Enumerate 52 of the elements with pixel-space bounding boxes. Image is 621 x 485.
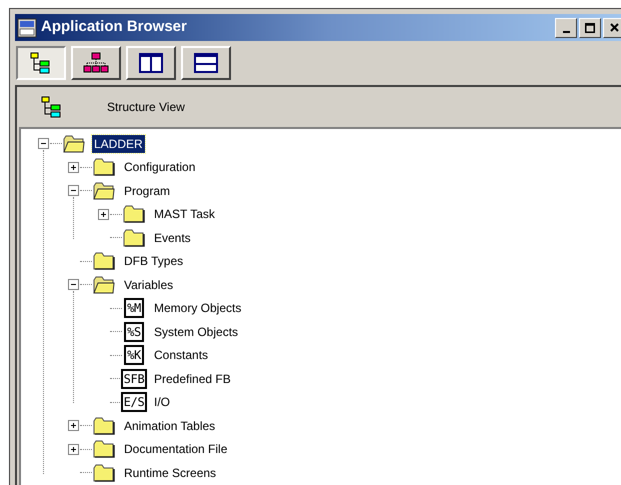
tree-item[interactable]: System Objects bbox=[152, 322, 240, 341]
open-folder-icon bbox=[93, 276, 115, 294]
tree-item[interactable]: Constants bbox=[152, 346, 210, 364]
tree-item[interactable]: LADDER bbox=[92, 134, 145, 153]
open-folder-icon bbox=[93, 182, 115, 200]
expand-toggle[interactable] bbox=[68, 420, 79, 432]
tree-item[interactable]: Program bbox=[122, 182, 172, 200]
object-type-icon: %M bbox=[124, 298, 144, 318]
folder-icon bbox=[93, 252, 115, 270]
tree-item[interactable]: Runtime Screens bbox=[122, 464, 218, 482]
folder-icon bbox=[93, 440, 115, 458]
hierarchy-icon bbox=[83, 52, 109, 74]
maximize-button[interactable] bbox=[579, 18, 601, 38]
collapse-toggle[interactable] bbox=[68, 279, 79, 290]
tree-item[interactable]: Variables bbox=[122, 276, 176, 294]
close-icon bbox=[610, 23, 618, 32]
object-type-icon: E/S bbox=[120, 392, 148, 412]
open-folder-icon bbox=[63, 134, 85, 153]
folder-icon bbox=[93, 158, 115, 176]
folder-icon bbox=[93, 464, 115, 482]
toolbar-button[interactable] bbox=[16, 46, 66, 80]
tree-item[interactable]: DFB Types bbox=[122, 252, 186, 270]
split-rows-icon bbox=[194, 53, 218, 73]
tree-item[interactable]: MAST Task bbox=[152, 205, 217, 224]
folder-icon bbox=[123, 228, 145, 247]
collapse-toggle[interactable] bbox=[38, 138, 49, 150]
tree-item[interactable]: I/O bbox=[152, 393, 172, 412]
object-type-icon: SFB bbox=[120, 368, 148, 389]
object-type-icon: %K bbox=[124, 345, 144, 366]
view-title: Structure View bbox=[107, 99, 185, 116]
tree-structure-icon bbox=[41, 96, 63, 118]
tree-structure-icon bbox=[30, 52, 52, 74]
collapse-toggle[interactable] bbox=[68, 185, 79, 196]
app-window-icon bbox=[17, 18, 37, 38]
expand-toggle[interactable] bbox=[68, 444, 79, 455]
minimize-icon bbox=[562, 30, 570, 32]
folder-icon bbox=[93, 416, 115, 435]
tree-item[interactable]: Animation Tables bbox=[122, 416, 218, 435]
window-title: Application Browser bbox=[41, 17, 187, 38]
split-columns-icon bbox=[139, 53, 163, 73]
minimize-button[interactable] bbox=[555, 18, 577, 38]
tree-item[interactable]: Events bbox=[152, 228, 193, 247]
close-button[interactable] bbox=[603, 18, 621, 38]
object-type-icon: %S bbox=[124, 322, 144, 342]
folder-icon bbox=[123, 205, 145, 224]
expand-toggle[interactable] bbox=[68, 162, 79, 173]
tree-item[interactable]: Configuration bbox=[122, 158, 198, 176]
expand-toggle[interactable] bbox=[98, 208, 109, 220]
tree-item[interactable]: Predefined FB bbox=[152, 370, 233, 388]
maximize-icon bbox=[585, 22, 595, 32]
tree-item[interactable]: Memory Objects bbox=[152, 299, 244, 318]
tree-item[interactable]: Documentation File bbox=[122, 440, 230, 458]
